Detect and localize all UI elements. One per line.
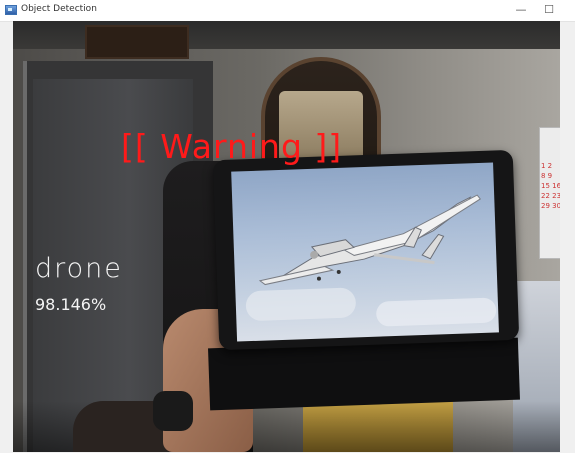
detection-confidence: 98.146% <box>35 295 107 314</box>
calendar-numbers: 1 2 8 9 15 16 22 23 29 30 <box>541 162 560 210</box>
cloud <box>245 287 357 322</box>
cloud <box>375 297 497 327</box>
maximize-button[interactable]: ☐ <box>534 0 564 21</box>
title-bar[interactable]: Object Detection — ☐ <box>0 0 575 22</box>
app-window-icon <box>5 5 17 15</box>
wall-clock <box>85 25 189 59</box>
app-window: Object Detection — ☐ 1 2 8 9 15 16 22 23… <box>0 0 575 453</box>
drone-aircraft-image <box>258 194 482 286</box>
window-title: Object Detection <box>21 4 97 14</box>
tablet <box>212 149 520 351</box>
detection-class-label: drone <box>35 253 123 284</box>
camera-feed: 1 2 8 9 15 16 22 23 29 30 [[Warning]] … <box>13 21 560 452</box>
minimize-button[interactable]: — <box>506 0 536 21</box>
warning-overlay: [[ Warning ]] <box>121 127 343 166</box>
tablet-screen <box>231 162 499 342</box>
wristwatch <box>153 391 193 431</box>
